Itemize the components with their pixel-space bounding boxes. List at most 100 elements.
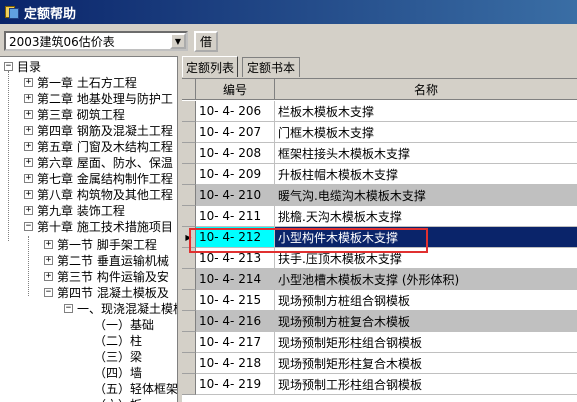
tree-chapter[interactable]: + 第七章 金属结构制作工程 (24, 170, 173, 186)
expand-icon[interactable]: + (24, 141, 33, 151)
tree-sub-castinplace[interactable]: − 一、现浇混凝土模板 (64, 300, 177, 316)
quota-name-cell[interactable]: 挑檐.天沟木模板木支撑 (275, 206, 577, 227)
collapse-icon[interactable]: − (4, 61, 13, 71)
row-indicator[interactable] (182, 206, 196, 227)
row-indicator[interactable] (182, 185, 196, 206)
tree-chapter[interactable]: + 第九章 装饰工程 (24, 202, 125, 218)
quota-name-cell[interactable]: 现场预制方桩组合钢模板 (275, 290, 577, 311)
tab-quota-book[interactable]: 定额书本 (242, 57, 300, 77)
quota-code-cell[interactable]: 10- 4- 214 (196, 269, 275, 290)
tree-chapter[interactable]: + 第一章 土石方工程 (24, 74, 137, 90)
current-row-indicator-icon[interactable]: ▶ (182, 227, 196, 248)
quota-book-select[interactable]: 2003建筑06估价表 ▼ (4, 31, 188, 51)
row-indicator[interactable] (182, 164, 196, 185)
quota-name-cell[interactable]: 门框木模板木支撑 (275, 122, 577, 143)
expand-icon[interactable]: + (44, 255, 53, 265)
tree-item[interactable]: （六）板 (94, 396, 142, 402)
table-row[interactable]: 10- 4- 218 现场预制矩形柱复合木模板 (182, 353, 577, 374)
quota-code-cell[interactable]: 10- 4- 217 (196, 332, 275, 353)
collapse-icon[interactable]: − (44, 287, 53, 297)
quota-code-cell[interactable]: 10- 4- 212 (196, 227, 275, 248)
quota-name-cell[interactable]: 扶手.压顶木模板木支撑 (275, 248, 577, 269)
quota-name-cell[interactable]: 栏板木模板木支撑 (275, 101, 577, 122)
row-indicator[interactable] (182, 269, 196, 290)
collapse-icon[interactable]: − (64, 303, 73, 313)
expand-icon[interactable]: + (24, 77, 33, 87)
table-row[interactable]: 10- 4- 213 扶手.压顶木模板木支撑 (182, 248, 577, 269)
tree-section[interactable]: − 第四节 混凝土模板及 (44, 284, 169, 300)
tree-item[interactable]: （五）轻体框架 (94, 380, 177, 396)
quota-name-cell[interactable]: 框架柱接头木模板木支撑 (275, 143, 577, 164)
tree-item[interactable]: （一）基础 (94, 316, 154, 332)
row-indicator[interactable] (182, 101, 196, 122)
quota-code-cell[interactable]: 10- 4- 206 (196, 101, 275, 122)
header-name[interactable]: 名称 (275, 79, 577, 100)
tree-item[interactable]: （三）梁 (94, 348, 142, 364)
table-row[interactable]: 10- 4- 215 现场预制方桩组合钢模板 (182, 290, 577, 311)
table-row[interactable]: 10- 4- 219 现场预制工形柱组合钢模板 (182, 374, 577, 395)
quota-name-cell[interactable]: 小型构件木模板木支撑 (275, 227, 577, 248)
table-row[interactable]: 10- 4- 214 小型池槽木模板木支撑 (外形体积) (182, 269, 577, 290)
row-indicator[interactable] (182, 122, 196, 143)
tree-item[interactable]: （四）墙 (94, 364, 142, 380)
tree-root[interactable]: − 目录 (4, 58, 41, 74)
table-row[interactable]: ▶ 10- 4- 212 小型构件木模板木支撑 (182, 227, 577, 248)
table-row[interactable]: 10- 4- 210 暖气沟.电缆沟木模板木支撑 (182, 185, 577, 206)
row-indicator[interactable] (182, 290, 196, 311)
tree-chapter[interactable]: + 第八章 构筑物及其他工程 (24, 186, 173, 202)
row-indicator[interactable] (182, 311, 196, 332)
table-row[interactable]: 10- 4- 206 栏板木模板木支撑 (182, 101, 577, 122)
expand-icon[interactable]: + (24, 109, 33, 119)
row-indicator[interactable] (182, 353, 196, 374)
tree-chapter[interactable]: + 第二章 地基处理与防护工 (24, 90, 173, 106)
table-row[interactable]: 10- 4- 209 升板柱帽木模板木支撑 (182, 164, 577, 185)
catalog-tree[interactable]: − 目录 + 第一章 土石方工程 + 第二章 地基处理与防护工 + 第三章 砌筑工程 + 第四… (0, 56, 178, 402)
quota-name-cell[interactable]: 暖气沟.电缆沟木模板木支撑 (275, 185, 577, 206)
expand-icon[interactable]: + (24, 189, 33, 199)
borrow-button[interactable]: 借 (194, 31, 218, 52)
quota-code-cell[interactable]: 10- 4- 219 (196, 374, 275, 395)
expand-icon[interactable]: + (24, 125, 33, 135)
tree-section[interactable]: + 第二节 垂直运输机械 (44, 252, 169, 268)
expand-icon[interactable]: + (24, 173, 33, 183)
tree-section[interactable]: + 第一节 脚手架工程 (44, 236, 157, 252)
quota-code-cell[interactable]: 10- 4- 213 (196, 248, 275, 269)
table-row[interactable]: 10- 4- 216 现场预制方桩复合木模板 (182, 311, 577, 332)
collapse-icon[interactable]: − (24, 221, 33, 231)
quota-code-cell[interactable]: 10- 4- 211 (196, 206, 275, 227)
tree-chapter[interactable]: + 第三章 砌筑工程 (24, 106, 125, 122)
quota-code-cell[interactable]: 10- 4- 207 (196, 122, 275, 143)
quota-code-cell[interactable]: 10- 4- 208 (196, 143, 275, 164)
header-code[interactable]: 编号 (196, 79, 275, 100)
tab-quota-list[interactable]: 定额列表 (182, 56, 238, 77)
tree-chapter[interactable]: + 第五章 门窗及木结构工程 (24, 138, 173, 154)
expand-icon[interactable]: + (24, 157, 33, 167)
quota-code-cell[interactable]: 10- 4- 218 (196, 353, 275, 374)
quota-name-cell[interactable]: 小型池槽木模板木支撑 (外形体积) (275, 269, 577, 290)
row-indicator[interactable] (182, 143, 196, 164)
quota-code-cell[interactable]: 10- 4- 210 (196, 185, 275, 206)
tree-chapter[interactable]: + 第六章 屋面、防水、保温 (24, 154, 173, 170)
table-row[interactable]: 10- 4- 217 现场预制矩形柱组合钢模板 (182, 332, 577, 353)
tree-chapter[interactable]: + 第四章 钢筋及混凝土工程 (24, 122, 173, 138)
quota-name-cell[interactable]: 升板柱帽木模板木支撑 (275, 164, 577, 185)
quota-code-cell[interactable]: 10- 4- 216 (196, 311, 275, 332)
quota-name-cell[interactable]: 现场预制工形柱组合钢模板 (275, 374, 577, 395)
row-indicator[interactable] (182, 374, 196, 395)
quota-code-cell[interactable]: 10- 4- 215 (196, 290, 275, 311)
tree-chapter[interactable]: − 第十章 施工技术措施项目 (24, 218, 173, 234)
expand-icon[interactable]: + (44, 271, 53, 281)
table-row[interactable]: 10- 4- 211 挑檐.天沟木模板木支撑 (182, 206, 577, 227)
tree-item[interactable]: （二）柱 (94, 332, 142, 348)
quota-name-cell[interactable]: 现场预制矩形柱复合木模板 (275, 353, 577, 374)
table-row[interactable]: 10- 4- 208 框架柱接头木模板木支撑 (182, 143, 577, 164)
dropdown-arrow-icon[interactable]: ▼ (170, 33, 186, 49)
quota-name-cell[interactable]: 现场预制方桩复合木模板 (275, 311, 577, 332)
expand-icon[interactable]: + (44, 239, 53, 249)
expand-icon[interactable]: + (24, 205, 33, 215)
expand-icon[interactable]: + (24, 93, 33, 103)
tree-section[interactable]: + 第三节 构件运输及安 (44, 268, 169, 284)
row-indicator[interactable] (182, 248, 196, 269)
table-row[interactable]: 10- 4- 207 门框木模板木支撑 (182, 122, 577, 143)
quota-name-cell[interactable]: 现场预制矩形柱组合钢模板 (275, 332, 577, 353)
